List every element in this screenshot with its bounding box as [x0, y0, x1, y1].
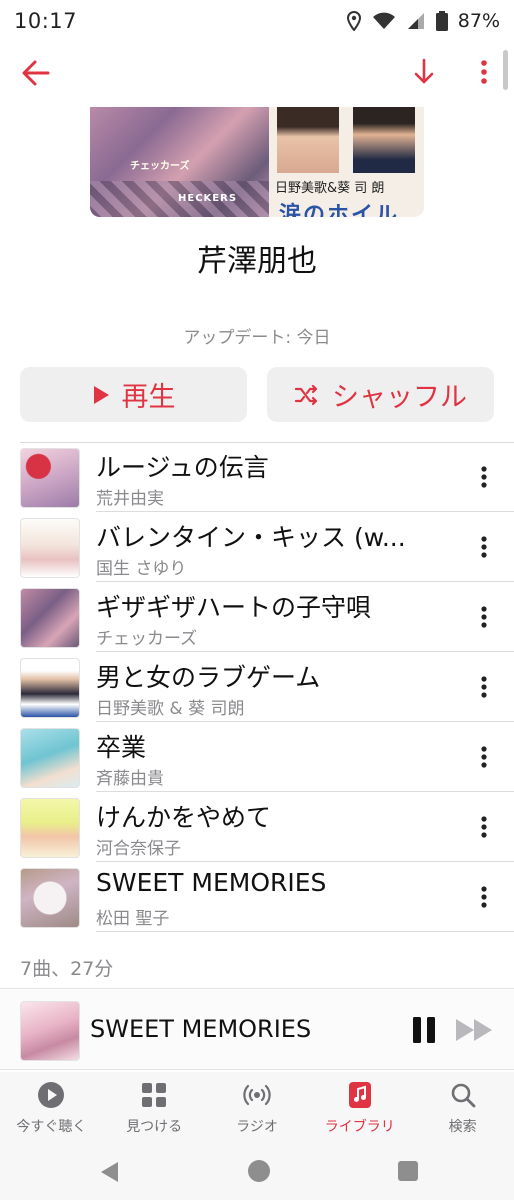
track-title: けんかをやめて: [96, 803, 272, 832]
skip-forward-icon[interactable]: [454, 1017, 494, 1043]
search-icon: [451, 1083, 475, 1108]
now-playing-artwork[interactable]: [20, 1001, 80, 1061]
track-artwork: [20, 588, 80, 648]
artwork-right-names: 日野美歌&葵 司 朗: [275, 181, 385, 196]
play-icon: [93, 385, 109, 404]
playlist-summary: 7曲、27分: [20, 958, 114, 980]
location-icon: [346, 11, 361, 31]
track-artist: 河合奈保子: [96, 839, 181, 859]
track-row[interactable]: けんかをやめて 河合奈保子: [0, 792, 514, 862]
track-row[interactable]: SWEET MEMORIES 松田 聖子: [0, 862, 514, 932]
tab-label: 検索: [448, 1119, 477, 1135]
tab-search[interactable]: 検索: [411, 1072, 514, 1142]
track-artwork: [20, 798, 80, 858]
track-row[interactable]: ギザギザハートの子守唄 チェッカーズ: [0, 582, 514, 652]
shuffle-button[interactable]: シャッフル: [267, 367, 494, 422]
radio-icon: [243, 1084, 271, 1106]
system-nav-bar: [0, 1142, 514, 1200]
more-vertical-icon[interactable]: [472, 56, 496, 88]
tab-label: ライブラリ: [324, 1119, 395, 1135]
track-row[interactable]: 男と女のラブゲーム 日野美歌 & 葵 司朗: [0, 652, 514, 722]
more-vertical-icon[interactable]: [472, 532, 496, 562]
browse-grid-icon: [142, 1083, 167, 1107]
battery-percent: 87%: [457, 10, 500, 32]
tab-label: 今すぐ聴く: [16, 1119, 87, 1135]
more-vertical-icon[interactable]: [472, 812, 496, 842]
artwork-left-text: チェッカーズ: [130, 161, 190, 172]
track-artwork: [20, 728, 80, 788]
track-artist: 荒井由実: [96, 489, 164, 509]
top-toolbar: [0, 48, 514, 98]
now-playing-title[interactable]: SWEET MEMORIES: [90, 1015, 311, 1043]
wifi-icon: [372, 12, 395, 29]
tab-radio[interactable]: ラジオ: [206, 1072, 309, 1142]
track-artist: 国生 さゆり: [96, 559, 187, 579]
artwork-tile-lovegame: 日野美歌&葵 司 朗 涙のホイル: [269, 107, 424, 217]
artwork-left-logo: HECKERS: [178, 193, 238, 204]
track-artist: 日野美歌 & 葵 司朗: [96, 699, 245, 719]
track-artwork: [20, 518, 80, 578]
playlist-artwork: チェッカーズ HECKERS 日野美歌&葵 司 朗 涙のホイル: [90, 107, 424, 217]
artwork-face-left: [277, 107, 339, 173]
back-arrow-icon[interactable]: [20, 58, 52, 88]
track-artwork: [20, 448, 80, 508]
battery-icon: [435, 11, 448, 31]
tab-label: ラジオ: [236, 1119, 278, 1135]
pause-icon[interactable]: [410, 1015, 438, 1045]
shuffle-icon: [294, 384, 318, 405]
playlist-title: 芹澤朋也: [197, 244, 317, 279]
track-artwork: [20, 868, 80, 928]
play-button[interactable]: 再生: [20, 367, 247, 422]
nav-home-icon[interactable]: [248, 1160, 270, 1182]
status-time: 10:17: [14, 9, 78, 33]
track-title: ギザギザハートの子守唄: [96, 593, 372, 622]
more-vertical-icon[interactable]: [472, 882, 496, 912]
status-bar: 10:17 87%: [0, 0, 514, 42]
artwork-right-title: 涙のホイル: [279, 203, 400, 217]
track-artist: チェッカーズ: [96, 629, 198, 649]
scrollbar[interactable]: [503, 50, 508, 90]
track-row[interactable]: 卒業 斉藤由貴: [0, 722, 514, 792]
playlist-updated: アップデート: 今日: [183, 328, 331, 348]
track-title: SWEET MEMORIES: [96, 868, 327, 897]
track-title: ルージュの伝言: [96, 453, 269, 482]
track-artist: 斉藤由貴: [96, 769, 164, 789]
track-title: 男と女のラブゲーム: [96, 663, 321, 692]
more-vertical-icon[interactable]: [472, 462, 496, 492]
more-vertical-icon[interactable]: [472, 602, 496, 632]
signal-icon: [407, 13, 424, 29]
listen-now-icon: [38, 1082, 65, 1108]
track-artwork: [20, 658, 80, 718]
tab-bar: 今すぐ聴く 見つける ラジオ ライブラリ 検索: [0, 1072, 514, 1142]
status-icons: 87%: [346, 10, 500, 32]
track-title: 卒業: [96, 733, 147, 762]
artwork-face-right: [353, 107, 415, 173]
nav-recents-icon[interactable]: [398, 1161, 418, 1181]
track-artist: 松田 聖子: [96, 909, 170, 929]
library-music-icon: [348, 1082, 371, 1108]
track-row[interactable]: バレンタイン・キッス (w... 国生 さゆり: [0, 512, 514, 582]
track-row[interactable]: ルージュの伝言 荒井由実: [0, 442, 514, 512]
download-icon[interactable]: [410, 56, 438, 88]
shuffle-button-label: シャッフル: [332, 382, 467, 413]
more-vertical-icon[interactable]: [472, 742, 496, 772]
mini-player[interactable]: SWEET MEMORIES: [0, 988, 514, 1070]
tab-browse[interactable]: 見つける: [103, 1072, 206, 1142]
tab-library[interactable]: ライブラリ: [308, 1072, 411, 1142]
play-button-label: 再生: [121, 382, 176, 413]
more-vertical-icon[interactable]: [472, 672, 496, 702]
artwork-tile-checkers: チェッカーズ HECKERS: [90, 107, 269, 217]
tab-label: 見つける: [126, 1119, 183, 1135]
tab-listen-now[interactable]: 今すぐ聴く: [0, 1072, 103, 1142]
track-title: バレンタイン・キッス (w...: [96, 523, 406, 552]
nav-back-icon[interactable]: [98, 1160, 122, 1184]
